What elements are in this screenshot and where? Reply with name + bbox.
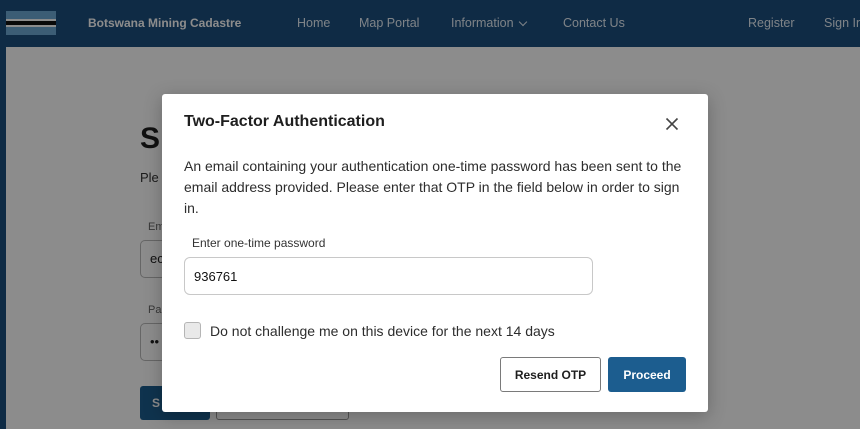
dialog-title: Two-Factor Authentication [184,113,385,130]
remember-device-checkbox[interactable] [184,322,201,339]
remember-device-label: Do not challenge me on this device for t… [210,322,555,339]
resend-otp-button[interactable]: Resend OTP [500,357,601,392]
remember-device-option[interactable]: Do not challenge me on this device for t… [184,322,555,339]
close-icon [665,117,679,131]
close-button[interactable] [660,112,684,136]
proceed-button[interactable]: Proceed [608,357,686,392]
dialog-message: An email containing your authentication … [184,158,682,216]
otp-field-label: Enter one-time password [192,236,326,250]
otp-input[interactable] [184,257,593,295]
two-factor-dialog: Two-Factor Authentication An email conta… [162,94,708,412]
